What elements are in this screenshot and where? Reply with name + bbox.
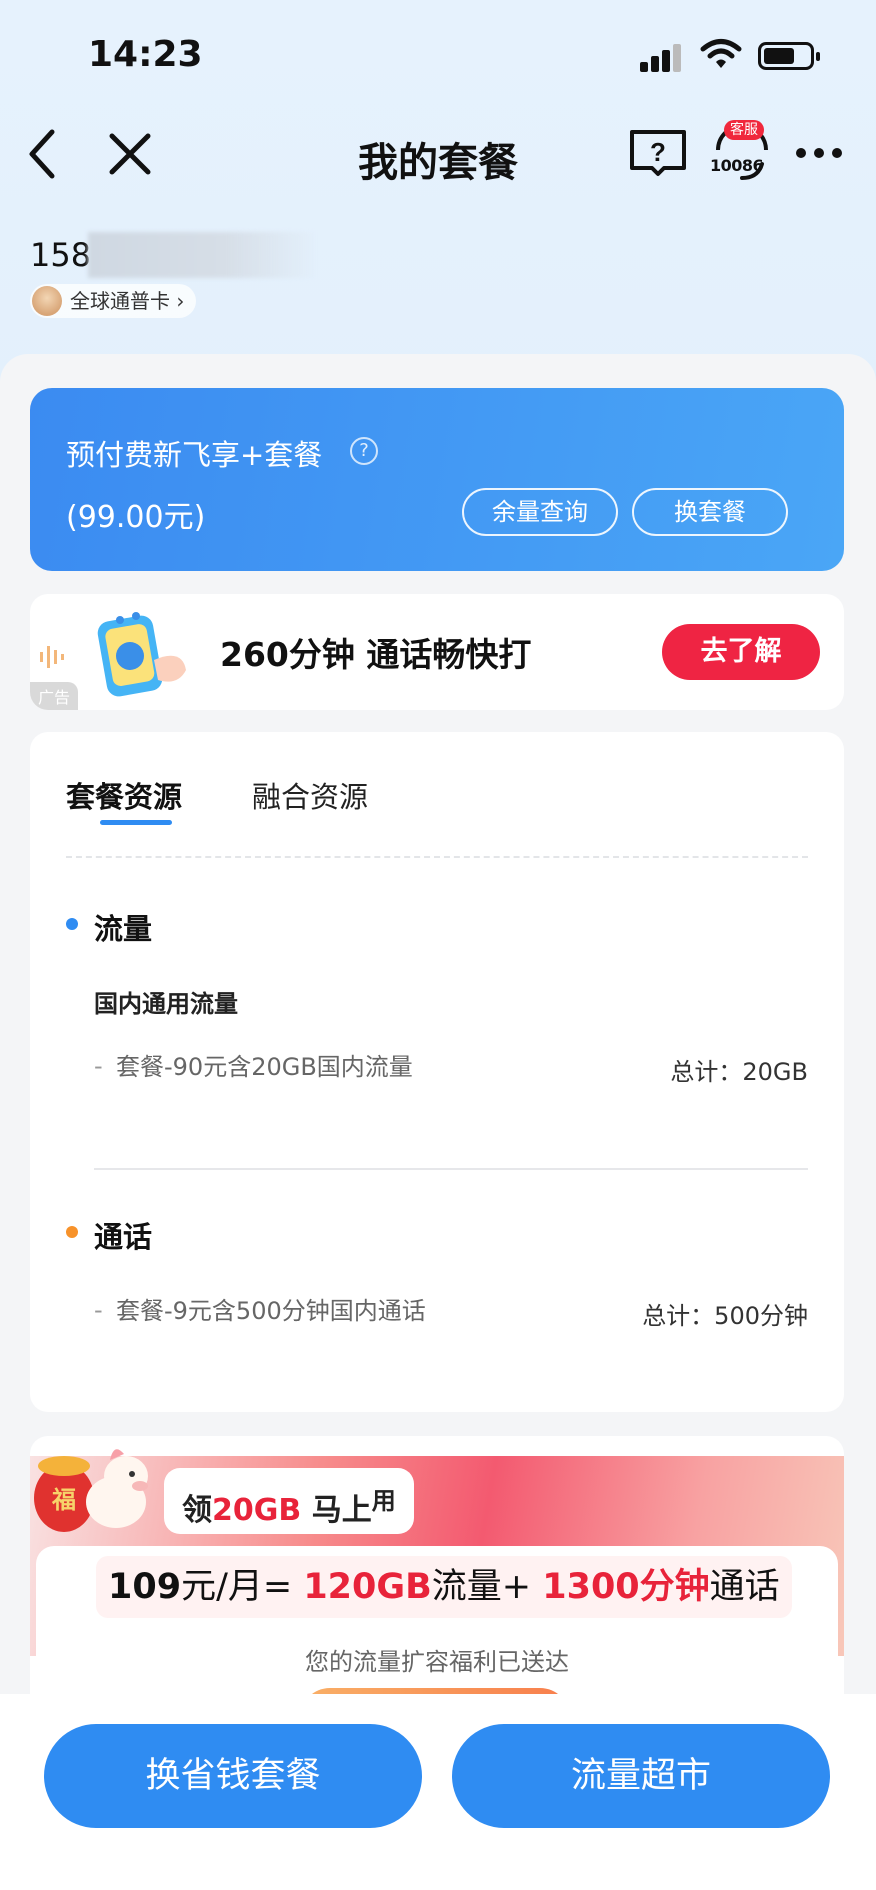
promo-card[interactable]: 福 领20GB 马上用 109元/月= 120GB流量+ 1300分钟通话 您的… xyxy=(30,1436,844,1736)
call-section-dot xyxy=(66,1226,78,1238)
balance-query-button[interactable]: 余量查询 xyxy=(462,488,618,536)
section-divider xyxy=(94,1168,808,1170)
card-type-link[interactable]: 全球通普卡 › xyxy=(30,284,197,318)
plan-name: 预付费新飞享+套餐 xyxy=(66,438,323,472)
promo-tag: 领20GB 马上用 xyxy=(164,1468,414,1534)
data-section-dot xyxy=(66,918,78,930)
tab-fusion-resources[interactable]: 融合资源 xyxy=(252,774,368,816)
promo-subtitle: 您的流量扩容福利已送达 xyxy=(305,1648,569,1676)
back-arrow-icon[interactable] xyxy=(18,124,78,184)
help-book-icon[interactable]: ? xyxy=(628,128,688,178)
learn-more-button[interactable]: 去了解 xyxy=(662,624,820,680)
battery-icon xyxy=(758,42,820,70)
phone-call-illustration-icon xyxy=(97,612,186,697)
phone-number: 158 xyxy=(30,236,92,274)
call-section-title: 通话 xyxy=(94,1220,153,1254)
sound-wave-icon xyxy=(40,646,64,668)
data-item-dash: - xyxy=(94,1052,103,1080)
fortune-horse-mascot-icon: 福 xyxy=(34,1449,148,1532)
nav-bar: 我的套餐 ? 客服 10086 xyxy=(0,110,876,200)
avatar xyxy=(32,286,62,316)
more-icon[interactable] xyxy=(790,130,850,170)
bottom-bar: 换省钱套餐 流量超市 xyxy=(0,1694,876,1890)
status-time: 14:23 xyxy=(88,34,203,75)
plan-help-icon[interactable]: ? xyxy=(350,437,378,465)
svg-text:?: ? xyxy=(650,137,666,167)
card-type-label: 全球通普卡 › xyxy=(70,289,185,313)
status-bar: 14:23 xyxy=(0,0,876,110)
change-plan-button[interactable]: 换套餐 xyxy=(632,488,788,536)
call-item-dash: - xyxy=(94,1296,103,1324)
close-icon[interactable] xyxy=(100,124,160,184)
plan-price: (99.00元) xyxy=(66,500,206,535)
resources-card: 套餐资源 融合资源 流量 国内通用流量 - 套餐-90元含20GB国内流量 总计… xyxy=(30,732,844,1412)
active-tab-indicator xyxy=(100,820,172,825)
phone-number-mask xyxy=(88,232,318,278)
data-market-button[interactable]: 流量超市 xyxy=(452,1724,830,1828)
wifi-icon xyxy=(700,39,742,68)
service-badge: 客服 xyxy=(724,120,764,140)
plan-card: 预付费新飞享+套餐 ? (99.00元) 余量查询 换套餐 xyxy=(30,388,844,571)
data-subtitle: 国内通用流量 xyxy=(94,990,238,1018)
ad-tag: 广告 xyxy=(30,682,79,710)
svg-text:福: 福 xyxy=(51,1486,76,1514)
data-item-name: 套餐-90元含20GB国内流量 xyxy=(116,1053,413,1081)
ad-banner[interactable]: 广告 260分钟 通话畅快打 去了解 xyxy=(30,594,844,710)
tab-package-resources[interactable]: 套餐资源 xyxy=(66,774,182,816)
customer-service-button[interactable]: 客服 10086 xyxy=(710,120,774,184)
save-money-plan-button[interactable]: 换省钱套餐 xyxy=(44,1724,422,1828)
call-item-name: 套餐-9元含500分钟国内通话 xyxy=(116,1297,426,1325)
call-item-total: 总计：500分钟 xyxy=(642,1302,808,1330)
service-number: 10086 xyxy=(710,156,764,175)
dashed-divider xyxy=(66,856,808,858)
cellular-signal-icon xyxy=(640,42,684,72)
promo-offer-line: 109元/月= 120GB流量+ 1300分钟通话 xyxy=(96,1556,792,1618)
data-item-total: 总计：20GB xyxy=(670,1058,808,1086)
ad-text: 260分钟 通话畅快打 xyxy=(220,635,532,674)
data-section-title: 流量 xyxy=(94,912,153,946)
